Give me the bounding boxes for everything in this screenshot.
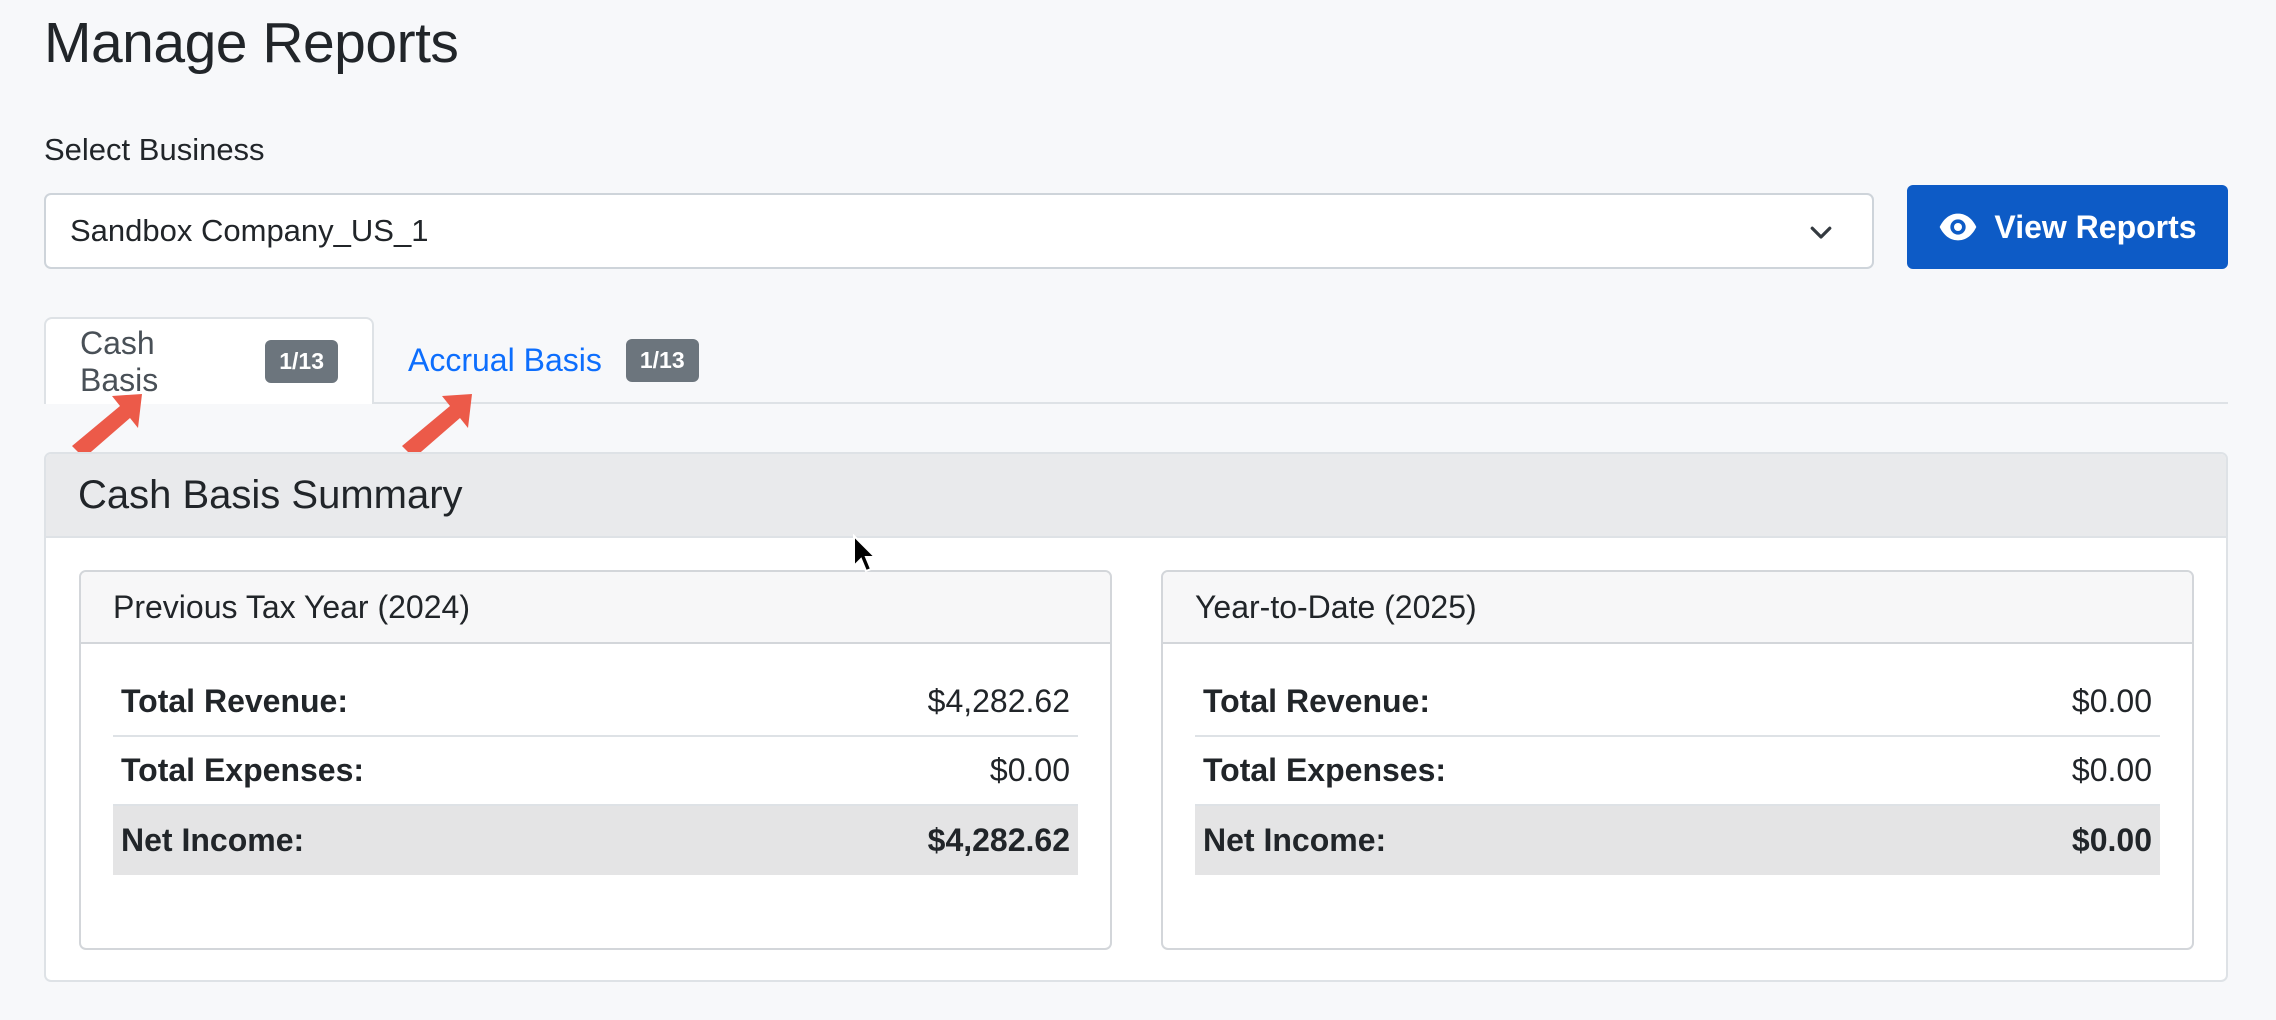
- tab-cash-basis[interactable]: Cash Basis 1/13: [44, 317, 374, 404]
- previous-tax-year-card: Previous Tax Year (2024) Total Revenue: …: [79, 570, 1112, 950]
- view-reports-label: View Reports: [1994, 208, 2197, 245]
- row-value: $4,282.62: [927, 683, 1070, 719]
- business-select-value: Sandbox Company_US_1: [70, 213, 429, 248]
- row-label: Net Income:: [1203, 822, 1387, 858]
- row-label: Total Expenses:: [1203, 752, 1447, 788]
- financial-table: Total Revenue: $0.00 Total Expenses: $0.…: [1195, 668, 2160, 875]
- financial-table: Total Revenue: $4,282.62 Total Expenses:…: [113, 668, 1078, 875]
- select-business-label: Select Business: [44, 132, 265, 167]
- period-title: Year-to-Date (2025): [1163, 572, 2192, 644]
- eye-icon: [1940, 213, 1977, 241]
- manage-reports-page: Manage Reports Select Business Sandbox C…: [0, 0, 2276, 1020]
- cash-basis-summary-card: Cash Basis Summary Previous Tax Year (20…: [44, 452, 2228, 982]
- row-value: $0.00: [2071, 683, 2152, 719]
- summary-title: Cash Basis Summary: [46, 454, 2226, 538]
- table-row: Total Revenue: $0.00: [1195, 668, 2160, 737]
- row-value: $4,282.62: [927, 822, 1070, 858]
- row-label: Total Expenses:: [121, 752, 365, 788]
- tab-cash-basis-badge: 1/13: [265, 340, 338, 383]
- row-label: Total Revenue:: [1203, 683, 1430, 719]
- table-row: Net Income: $0.00: [1195, 806, 2160, 875]
- tab-accrual-basis[interactable]: Accrual Basis 1/13: [374, 317, 733, 404]
- page-title: Manage Reports: [44, 11, 459, 75]
- chevron-down-icon: [1810, 226, 1832, 239]
- business-select[interactable]: Sandbox Company_US_1: [44, 193, 1874, 269]
- mouse-cursor-icon: [853, 534, 876, 573]
- year-to-date-card: Year-to-Date (2025) Total Revenue: $0.00…: [1161, 570, 2194, 950]
- table-row: Total Expenses: $0.00: [1195, 737, 2160, 806]
- view-reports-button[interactable]: View Reports: [1907, 185, 2228, 269]
- tab-cash-basis-label: Cash Basis: [80, 324, 159, 398]
- table-row: Total Revenue: $4,282.62: [113, 668, 1078, 737]
- row-value: $0.00: [2071, 752, 2152, 788]
- table-row: Total Expenses: $0.00: [113, 737, 1078, 806]
- row-value: $0.00: [989, 752, 1070, 788]
- tab-accrual-basis-badge: 1/13: [625, 339, 699, 382]
- row-value: $0.00: [2071, 822, 2152, 858]
- row-label: Total Revenue:: [121, 683, 348, 719]
- row-label: Net Income:: [121, 822, 305, 858]
- table-row: Net Income: $4,282.62: [113, 806, 1078, 875]
- tab-accrual-basis-label: Accrual Basis: [408, 342, 602, 378]
- period-title: Previous Tax Year (2024): [81, 572, 1110, 644]
